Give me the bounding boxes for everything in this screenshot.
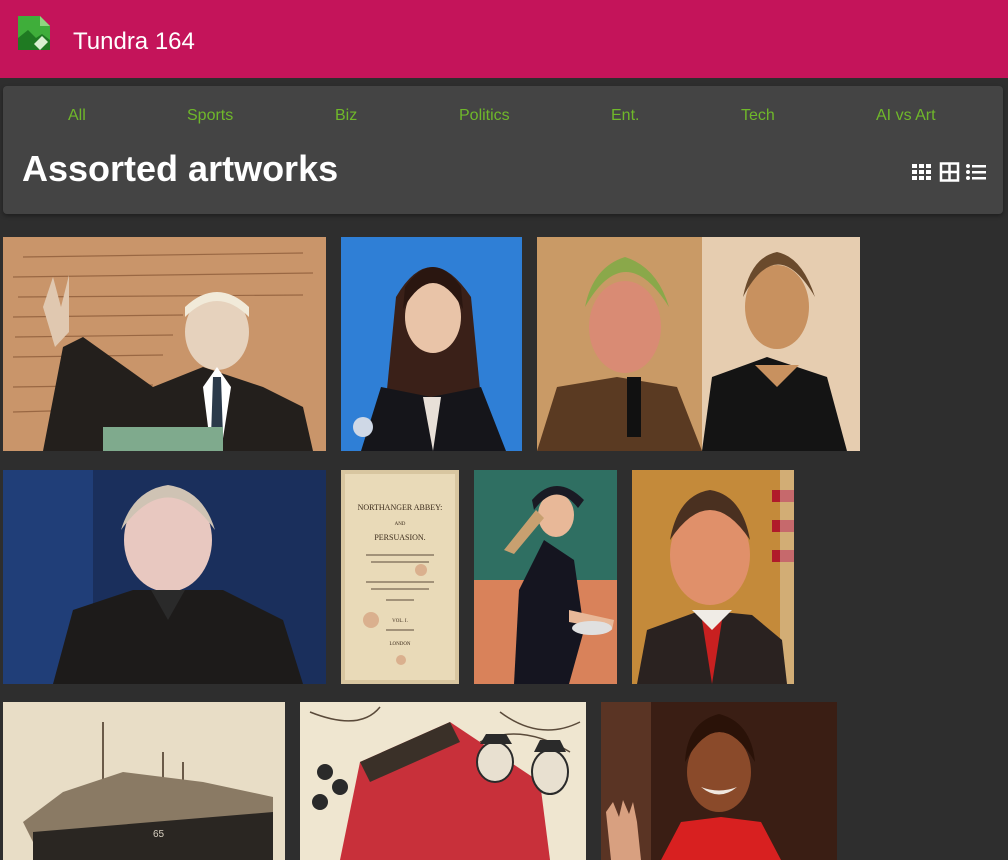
- category-nav: All Sports Biz Politics Ent. Tech AI vs …: [3, 106, 1003, 126]
- site-title[interactable]: Tundra 164: [73, 28, 195, 56]
- nav-item-ai-vs-art[interactable]: AI vs Art: [876, 106, 936, 126]
- book-title-line: AND: [395, 522, 406, 527]
- category-panel: All Sports Biz Politics Ent. Tech AI vs …: [3, 86, 1003, 214]
- page-title: Assorted artworks: [22, 148, 339, 189]
- artwork-tile[interactable]: NORTHANGER ABBEY: AND PERSUASION. VOL. I…: [341, 470, 459, 684]
- svg-text:65: 65: [153, 829, 165, 840]
- artwork-tile[interactable]: [3, 237, 326, 451]
- artwork-tile[interactable]: 65: [3, 702, 285, 860]
- book-title-line: NORTHANGER ABBEY:: [358, 503, 443, 512]
- book-title-line: VOL. I.: [392, 619, 408, 624]
- artwork-tile[interactable]: [341, 237, 522, 451]
- artwork-tile[interactable]: [3, 470, 326, 684]
- list-icon[interactable]: [965, 162, 987, 182]
- grid-small-icon[interactable]: [911, 162, 933, 182]
- nav-item-politics[interactable]: Politics: [459, 106, 510, 126]
- artwork-tile[interactable]: [474, 470, 617, 684]
- book-title-line: LONDON: [389, 642, 410, 647]
- artwork-tile[interactable]: [632, 470, 794, 684]
- broken-image-icon[interactable]: [16, 14, 52, 52]
- artwork-tile[interactable]: [601, 702, 837, 860]
- nav-item-all[interactable]: All: [68, 106, 86, 126]
- book-title-line: PERSUASION.: [374, 533, 425, 542]
- nav-item-sports[interactable]: Sports: [187, 106, 233, 126]
- nav-item-tech[interactable]: Tech: [741, 106, 775, 126]
- top-bar: Tundra 164: [0, 0, 1008, 78]
- artwork-tile[interactable]: [300, 702, 586, 860]
- artwork-tile[interactable]: [537, 237, 860, 451]
- nav-item-ent[interactable]: Ent.: [611, 106, 639, 126]
- grid-large-icon[interactable]: [939, 162, 961, 182]
- nav-item-biz[interactable]: Biz: [335, 106, 357, 126]
